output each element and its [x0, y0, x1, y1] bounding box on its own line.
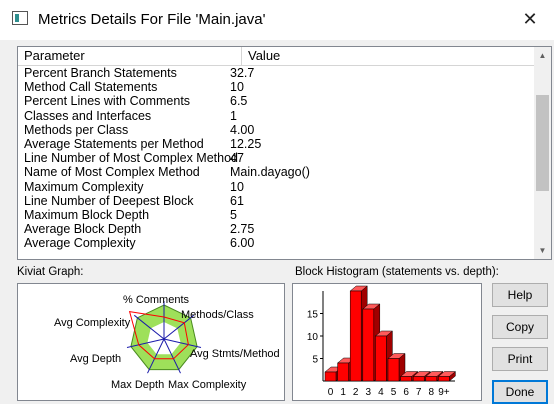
histogram-caption: Block Histogram (statements vs. depth): [295, 266, 499, 278]
x-tick-label: 3 [366, 387, 372, 398]
metrics-list[interactable]: Parameter Value Percent Branch Statement… [17, 46, 552, 260]
parameter-cell: Line Number of Deepest Block [24, 193, 194, 208]
table-row[interactable]: Average Block Depth 2.75 [18, 222, 534, 236]
kiviat-label-max-complexity: Max Complexity [168, 379, 247, 391]
table-row[interactable]: Methods per Class 4.00 [18, 123, 534, 137]
vertical-scrollbar[interactable]: ▲ ▼ [534, 47, 551, 259]
table-row[interactable]: Percent Lines with Comments 6.5 [18, 94, 534, 108]
table-row[interactable]: Average Statements per Method 12.25 [18, 137, 534, 151]
block-histogram: 5 10 15 0 1 2 3 4 5 6 7 8 9+ [292, 283, 482, 401]
x-tick-label: 5 [391, 387, 397, 398]
value-cell: 47 [230, 151, 244, 166]
value-cell: 1 [230, 108, 237, 123]
histogram-bar [375, 335, 387, 382]
x-tick-label: 7 [416, 387, 422, 398]
kiviat-label-max-depth: Max Depth [111, 379, 165, 391]
value-cell: 5 [230, 207, 237, 222]
scroll-down-icon[interactable]: ▼ [534, 242, 551, 259]
title-bar: Metrics Details For File 'Main.java' ✕ [0, 0, 554, 40]
close-icon[interactable]: ✕ [516, 6, 544, 32]
histogram-bar [412, 376, 425, 382]
table-row[interactable]: Name of Most Complex Method Main.dayago() [18, 165, 534, 179]
value-cell: Main.dayago() [230, 165, 310, 180]
app-icon [12, 11, 28, 25]
histogram-bar [387, 358, 400, 382]
histogram-bar [324, 371, 337, 382]
kiviat-label-avg-complexity: Avg Complexity [54, 317, 131, 329]
kiviat-caption: Kiviat Graph: [17, 266, 84, 278]
table-row[interactable]: Classes and Interfaces 1 [18, 109, 534, 123]
parameter-cell: Classes and Interfaces [24, 108, 152, 123]
y-tick-label: 15 [307, 310, 319, 321]
value-cell: 10 [230, 80, 244, 95]
scroll-thumb[interactable] [536, 95, 549, 191]
print-button[interactable]: Print [492, 347, 548, 371]
done-button[interactable]: Done [492, 380, 548, 404]
kiviat-graph: % Comments Methods/Class Avg Stmts/Metho… [17, 283, 285, 401]
table-row[interactable]: Line Number of Most Complex Method 47 [18, 151, 534, 165]
kiviat-label-comments: % Comments [123, 294, 190, 306]
x-tick-label: 1 [340, 387, 346, 398]
parameter-cell: Maximum Block Depth [24, 207, 150, 222]
metrics-rows: Percent Branch Statements 32.7 Method Call… [18, 66, 534, 250]
parameter-cell: Average Block Depth [24, 222, 142, 237]
value-cell: 6.5 [230, 94, 248, 109]
histogram-bar [349, 290, 362, 382]
x-tick-label: 2 [353, 387, 359, 398]
kiviat-label-avg-depth: Avg Depth [70, 353, 122, 365]
kiviat-label-avg-stmts: Avg Stmts/Method [190, 348, 280, 360]
help-button[interactable]: Help [492, 283, 548, 307]
table-row[interactable]: Line Number of Deepest Block 61 [18, 194, 534, 208]
table-row[interactable]: Maximum Complexity 10 [18, 180, 534, 194]
table-row[interactable]: Average Complexity 6.00 [18, 236, 534, 250]
parameter-cell: Methods per Class [24, 122, 129, 137]
x-tick-label: 9+ [438, 387, 450, 398]
histogram-bar [425, 376, 438, 382]
parameter-cell: Name of Most Complex Method [24, 165, 200, 180]
parameter-cell: Percent Branch Statements [24, 66, 177, 80]
value-cell: 10 [230, 179, 244, 194]
histogram-bar [438, 376, 450, 382]
parameter-cell: Percent Lines with Comments [24, 94, 191, 109]
parameter-cell: Average Complexity [24, 236, 136, 251]
histogram-bar [362, 308, 375, 382]
y-tick-label: 10 [307, 332, 319, 343]
parameter-cell: Line Number of Most Complex Method [24, 151, 238, 166]
parameter-cell: Method Call Statements [24, 80, 158, 95]
value-cell: 12.25 [230, 136, 262, 151]
column-header-parameter[interactable]: Parameter [18, 47, 242, 65]
parameter-cell: Average Statements per Method [24, 136, 204, 151]
x-tick-label: 8 [429, 387, 435, 398]
copy-button[interactable]: Copy [492, 315, 548, 339]
histogram-svg: 510150 1 2 3 4 5 6 7 8 9+ [307, 285, 457, 398]
value-cell: 61 [230, 193, 244, 208]
x-tick-label: 0 [328, 387, 334, 398]
scroll-up-icon[interactable]: ▲ [534, 47, 551, 64]
y-tick-label: 5 [312, 355, 318, 366]
value-cell: 6.00 [230, 236, 255, 251]
column-header-value[interactable]: Value [242, 47, 534, 65]
value-cell: 2.75 [230, 222, 255, 237]
table-row[interactable]: Method Call Statements 10 [18, 80, 534, 94]
list-header: Parameter Value [18, 47, 534, 66]
kiviat-label-methods-class: Methods/Class [181, 309, 254, 321]
x-tick-label: 4 [378, 387, 384, 398]
x-tick-label: 6 [403, 387, 409, 398]
histogram-bar [400, 376, 412, 382]
value-cell: 32.7 [230, 66, 255, 80]
value-cell: 4.00 [230, 122, 255, 137]
table-row[interactable]: Percent Branch Statements 32.7 [18, 66, 534, 80]
table-row[interactable]: Maximum Block Depth 5 [18, 208, 534, 222]
parameter-cell: Maximum Complexity [24, 179, 144, 194]
window-title: Metrics Details For File 'Main.java' [38, 11, 266, 28]
histogram-bar [337, 362, 349, 382]
